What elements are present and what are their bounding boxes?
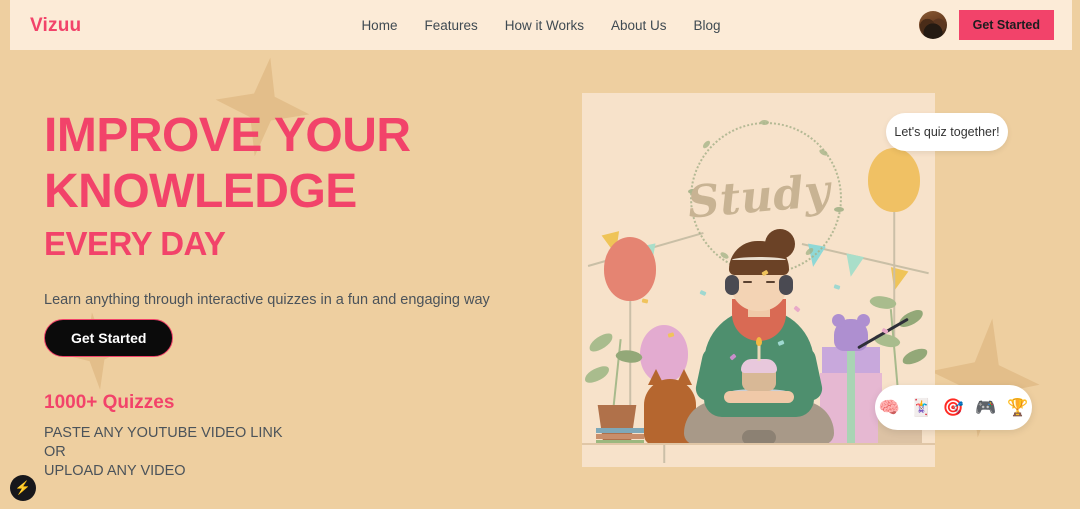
hero-subtitle: Learn anything through interactive quizz… xyxy=(44,292,490,308)
trophy-icon[interactable]: 🏆 xyxy=(1007,399,1028,416)
stat-desc-line-1: PASTE ANY YOUTUBE VIDEO LINK OR xyxy=(44,424,283,460)
target-icon[interactable]: 🎯 xyxy=(943,399,964,416)
avatar[interactable] xyxy=(918,11,947,39)
bunting-flag xyxy=(885,267,909,293)
site-header: Vizuu Home Features How it Works About U… xyxy=(10,0,1072,50)
brand-logo[interactable]: Vizuu xyxy=(30,16,81,35)
hero-get-started-button[interactable]: Get Started xyxy=(44,318,174,357)
flashcards-icon[interactable]: 🃏 xyxy=(911,399,932,416)
header-actions: Get Started xyxy=(918,9,1054,41)
nav-item-features[interactable]: Features xyxy=(424,18,477,33)
headline-line-3: EVERY DAY xyxy=(44,225,226,262)
page-title: IMPROVE YOUR KNOWLEDGE EVERY DAY xyxy=(44,109,564,262)
hero-text-column: IMPROVE YOUR KNOWLEDGE EVERY DAY Learn a… xyxy=(44,112,564,481)
stat-desc-line-2: UPLOAD ANY VIDEO xyxy=(44,463,186,480)
gamepad-icon[interactable]: 🎮 xyxy=(975,399,996,416)
speech-bubble: Let's quiz together! xyxy=(886,113,1008,151)
feature-icon-pill: 🧠 🃏 🎯 🎮 🏆 xyxy=(875,385,1032,430)
headline-line-2: KNOWLEDGE xyxy=(44,165,357,218)
bunting-flag xyxy=(841,253,865,279)
landing-page: Vizuu Home Features How it Works About U… xyxy=(0,0,1080,509)
balloon-red xyxy=(604,237,656,301)
nav-item-home[interactable]: Home xyxy=(361,18,397,33)
lightning-fab-button[interactable]: ⚡ xyxy=(10,475,36,501)
brain-icon[interactable]: 🧠 xyxy=(879,399,900,416)
plant-leaf xyxy=(582,364,612,385)
girl-illustration xyxy=(674,229,844,445)
header-get-started-button[interactable]: Get Started xyxy=(958,9,1054,41)
plant-leaf xyxy=(586,331,616,354)
hero-stat-description: PASTE ANY YOUTUBE VIDEO LINK OR UPLOAD A… xyxy=(44,424,304,482)
main-navigation: Home Features How it Works About Us Blog xyxy=(10,18,1072,33)
nav-item-how-it-works[interactable]: How it Works xyxy=(505,18,584,33)
balloon-gold xyxy=(868,148,920,212)
nav-item-about-us[interactable]: About Us xyxy=(611,18,667,33)
floor-line xyxy=(582,443,935,445)
headline-line-1: IMPROVE YOUR xyxy=(44,109,411,162)
hero-stats: 1000+ Quizzes PASTE ANY YOUTUBE VIDEO LI… xyxy=(44,392,564,482)
plant-leaf xyxy=(896,308,926,329)
plant-leaf xyxy=(900,347,930,366)
quiz-count-label: 1000+ Quizzes xyxy=(44,391,175,413)
nav-item-blog[interactable]: Blog xyxy=(694,18,721,33)
